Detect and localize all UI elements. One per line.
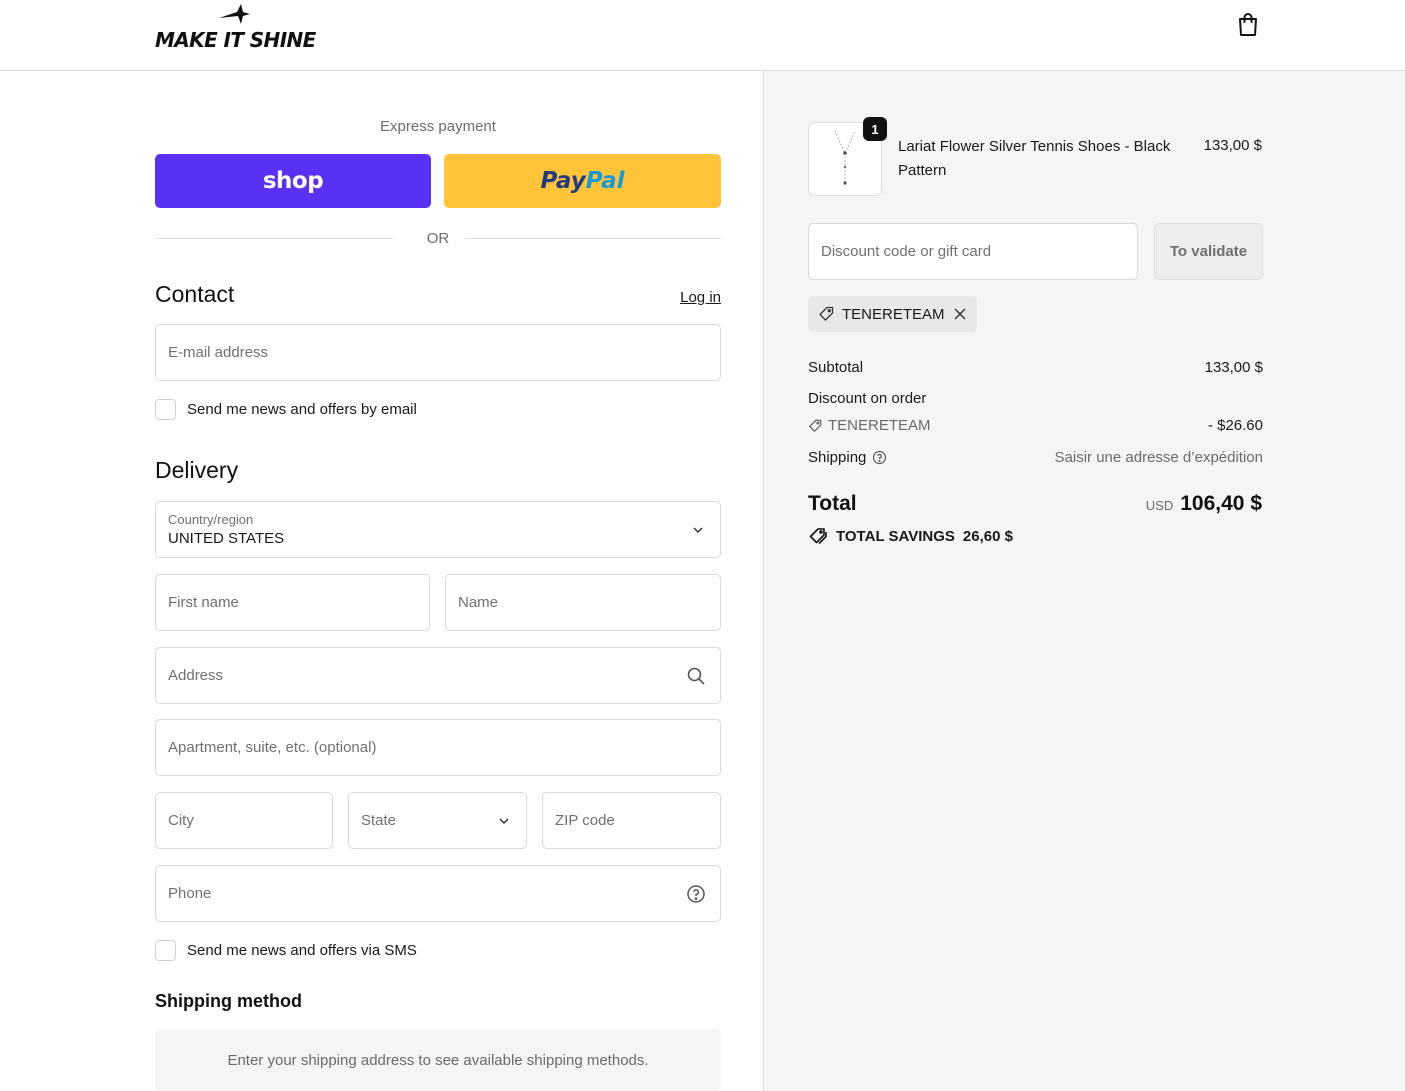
delivery-heading: Delivery [155,457,239,483]
discount-value: - $26.60 [1207,417,1263,434]
close-icon[interactable] [953,307,967,321]
email-field[interactable] [155,324,721,381]
city-input[interactable] [168,793,320,848]
discount-code-input[interactable] [821,224,1121,279]
help-circle-icon[interactable] [686,884,706,904]
search-icon [687,667,705,685]
tag-icon [809,419,822,432]
chevron-down-icon [693,527,703,534]
shipping-label: Shipping [808,449,867,466]
tags-icon [809,528,827,545]
country-label: Country/region [168,512,254,527]
paypal-button[interactable]: Pay Pal [444,154,721,208]
applied-discount-code: TENERETEAM [842,305,945,323]
total-savings: TOTAL SAVINGS 26,60 $ [808,527,1013,545]
savings-value: 26,60 $ [962,527,1013,545]
discount-code-line: TENERETEAM [808,417,931,434]
or-divider: OR [155,229,721,249]
city-field[interactable] [155,792,333,849]
tag-icon [819,306,834,321]
total-label: Total [808,492,857,515]
shopping-bag-icon[interactable] [1236,11,1260,37]
sms-news-option[interactable]: Send me news and offers via SMS [155,939,417,961]
zip-input[interactable] [555,793,708,848]
shipping-label-wrap: Shipping [808,449,887,466]
subtotal-value: 133,00 $ [1204,359,1263,376]
zip-field[interactable] [542,792,721,849]
help-circle-icon[interactable] [872,450,887,465]
total-currency: USD [1145,498,1174,513]
email-news-option[interactable]: Send me news and offers by email [155,398,417,420]
email-news-label: Send me news and offers by email [187,400,417,418]
shipping-methods-notice: Enter your shipping address to see avail… [155,1029,721,1091]
first-name-field[interactable] [155,574,430,631]
email-input[interactable] [168,325,708,380]
first-name-input[interactable] [168,575,417,630]
shipping-value: Saisir une adresse d’expédition [1054,449,1263,466]
header: MAKE IT SHINE [0,0,1405,71]
express-payment-label: Express payment [380,118,496,135]
sms-news-label: Send me news and offers via SMS [187,941,417,959]
last-name-input[interactable] [458,575,708,630]
chevron-down-icon [499,818,509,825]
subtotal-label: Subtotal [808,359,864,376]
sms-news-checkbox[interactable] [155,939,176,961]
sparkle-star-icon [219,4,250,24]
apartment-field[interactable] [155,719,721,776]
divider-line [465,238,721,239]
discount-code-name: TENERETEAM [828,417,931,434]
phone-field[interactable] [155,865,721,922]
product-price: 133,00 $ [1203,137,1262,154]
quantity-badge: 1 [863,117,887,141]
total-amount: 106,40 $ [1180,492,1262,515]
product-name: Lariat Flower Silver Tennis Shoes - Blac… [898,138,1171,179]
email-news-checkbox[interactable] [155,398,176,420]
country-value: UNITED STATES [168,530,285,547]
savings-label: TOTAL SAVINGS [836,527,955,545]
country-select[interactable]: Country/region UNITED STATES [155,501,721,558]
shop-pay-label: shop [262,168,324,194]
state-placeholder: State [361,812,397,829]
phone-input[interactable] [168,866,708,921]
shipping-method-heading: Shipping method [155,991,302,1011]
apartment-input[interactable] [168,720,708,775]
logo-text: MAKE IT SHINE [155,28,316,52]
last-name-field[interactable] [445,574,721,631]
order-summary-panel: 1 Lariat Flower Silver Tennis Shoes - Bl… [763,71,1405,1091]
login-link[interactable]: Log in [620,289,721,306]
store-logo[interactable]: MAKE IT SHINE [155,2,316,52]
state-select[interactable]: State [348,792,527,849]
shipping-methods-message: Enter your shipping address to see avail… [227,1051,649,1069]
address-input[interactable] [168,648,708,703]
contact-heading: Contact [155,281,235,307]
paypal-label-pal: Pal [585,168,625,194]
validate-discount-button[interactable]: To validate [1154,223,1263,280]
discount-code-field[interactable] [808,223,1138,280]
applied-discount-chip: TENERETEAM [808,296,977,332]
shop-pay-button[interactable]: shop [155,154,431,208]
address-field[interactable] [155,647,721,704]
paypal-label-pay: Pay [540,168,586,194]
total-value-wrap: USD 106,40 $ [1146,492,1262,516]
checkout-form-panel: Express payment shop Pay Pal OR Contact L… [0,71,763,1091]
discount-label: Discount on order [808,390,927,407]
